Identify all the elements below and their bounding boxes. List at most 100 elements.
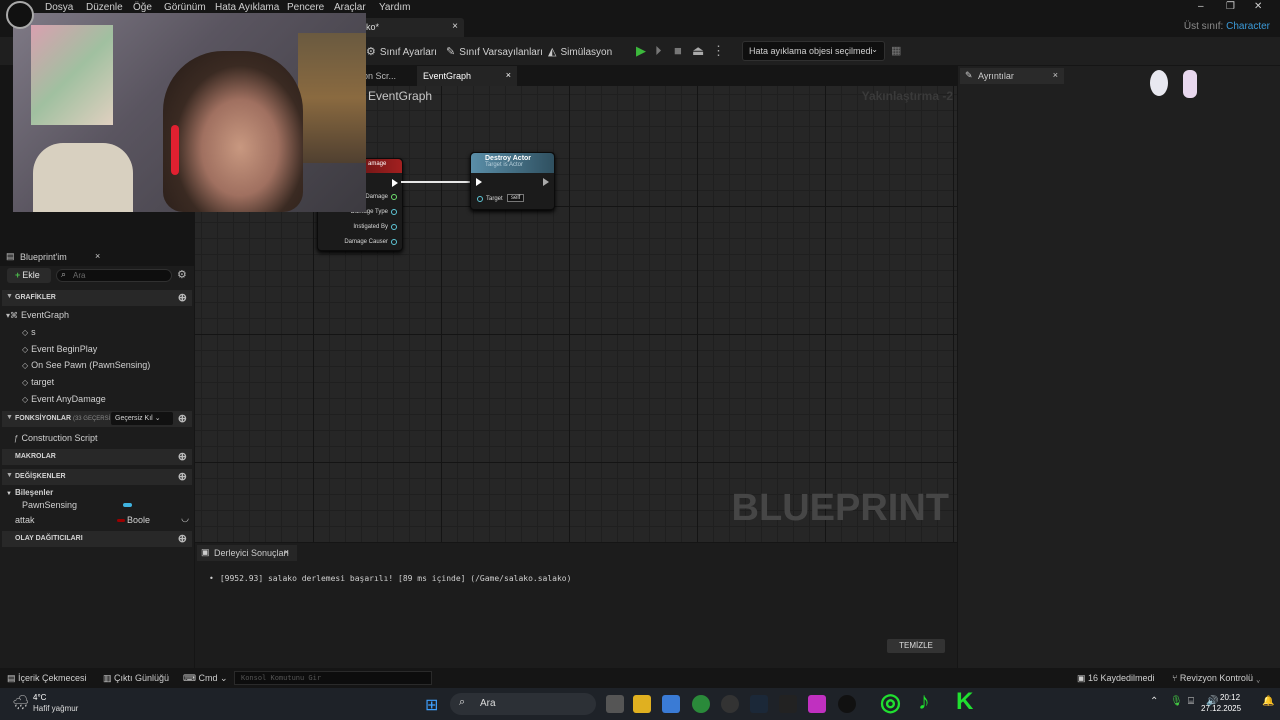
settings-gear-icon[interactable]: ⚙ bbox=[177, 268, 187, 281]
menu-file[interactable]: Dosya bbox=[45, 2, 73, 13]
menu-asset[interactable]: Öğe bbox=[133, 2, 152, 13]
tab-construction-script[interactable]: on Scr... bbox=[357, 66, 417, 86]
parent-class-link[interactable]: Character bbox=[1226, 21, 1270, 32]
section-event-dispatchers[interactable]: OLAY DAĞITICILARI ⊕ bbox=[2, 531, 192, 547]
app-icon[interactable] bbox=[721, 695, 739, 713]
pin-damage-type[interactable] bbox=[391, 209, 397, 215]
tab-close-icon[interactable]: × bbox=[506, 70, 511, 80]
eject-icon[interactable]: ⏏ bbox=[692, 43, 704, 59]
restore-button[interactable]: ❐ bbox=[1226, 1, 1235, 12]
file-explorer-icon[interactable] bbox=[633, 695, 651, 713]
override-function-dropdown[interactable]: Geçersiz Kıl ⌄ bbox=[111, 412, 173, 425]
task-view-icon[interactable] bbox=[606, 695, 624, 713]
class-settings-button[interactable]: ⚙ Sınıf Ayarları bbox=[366, 45, 437, 58]
revision-control-button[interactable]: ⑂ Revizyon Kontrolü ⌄ bbox=[1172, 673, 1261, 683]
target-value-field[interactable]: self bbox=[507, 194, 525, 202]
graph-item-onseepawn[interactable]: ◇ On See Pawn (PawnSensing) bbox=[22, 360, 150, 370]
exec-out-pin[interactable] bbox=[543, 178, 549, 186]
add-dispatcher-icon[interactable]: ⊕ bbox=[178, 532, 187, 545]
destroy-actor-node[interactable]: Destroy Actor Target is Actor Target sel… bbox=[470, 152, 555, 210]
target-pin[interactable] bbox=[477, 196, 483, 202]
tab-eventgraph[interactable]: EventGraph × bbox=[417, 66, 517, 86]
pin-damage-causer[interactable] bbox=[391, 239, 397, 245]
graph-title: EventGraph bbox=[368, 89, 433, 103]
add-graph-icon[interactable]: ⊕ bbox=[178, 291, 187, 304]
simulation-button[interactable]: ◭ Simülasyon bbox=[548, 45, 612, 58]
component-item-pawnsensing[interactable]: PawnSensing bbox=[22, 500, 132, 510]
clear-button[interactable]: TEMİZLE bbox=[887, 639, 945, 653]
minimize-button[interactable]: – bbox=[1198, 1, 1204, 12]
search-input[interactable]: ⌕ Ara bbox=[56, 269, 172, 282]
debug-object-select[interactable]: Hata ayıklama objesi seçilmedi ⌄ bbox=[742, 41, 885, 61]
content-drawer-button[interactable]: ▤ İçerik Çekmecesi bbox=[7, 673, 87, 684]
compiler-results-tab[interactable]: ▣ Derleyici Sonuçları × bbox=[197, 545, 297, 561]
my-blueprint-tab[interactable]: ▤ Blueprint'im × bbox=[0, 248, 194, 266]
visibility-eye-icon[interactable]: ◡ bbox=[181, 513, 189, 524]
menu-tools[interactable]: Araçlar bbox=[334, 2, 366, 13]
chrome-icon[interactable] bbox=[692, 695, 710, 713]
menu-view[interactable]: Görünüm bbox=[164, 2, 206, 13]
compiler-title: Derleyici Sonuçları bbox=[214, 548, 290, 558]
graph-item-beginplay[interactable]: ◇ Event BeginPlay bbox=[22, 344, 97, 354]
clock-time[interactable]: 20:12 bbox=[1220, 693, 1240, 702]
step-icon[interactable]: ⏵ bbox=[655, 43, 662, 59]
graph-item-anydamage[interactable]: ◇ Event AnyDamage bbox=[22, 394, 106, 404]
details-tab[interactable]: ✎ Ayrıntılar × bbox=[960, 68, 1064, 84]
play-icon[interactable]: ▶ bbox=[636, 43, 646, 59]
graph-item-label: Event BeginPlay bbox=[31, 344, 98, 354]
menu-help[interactable]: Yardım bbox=[379, 2, 411, 13]
class-defaults-button[interactable]: ✎ Sınıf Varsayılanları bbox=[446, 45, 543, 58]
weather-temp[interactable]: 4°C bbox=[33, 693, 46, 702]
compiler-log-text: [9952.93] salako derlemesi başarılı! [89… bbox=[219, 574, 572, 583]
details-close-icon[interactable]: × bbox=[1053, 70, 1058, 80]
clock-date[interactable]: 27.12.2025 bbox=[1201, 704, 1241, 713]
add-macro-icon[interactable]: ⊕ bbox=[178, 450, 187, 463]
add-function-icon[interactable]: ⊕ bbox=[178, 412, 187, 425]
taskbar-search[interactable]: ⌕ Ara bbox=[450, 693, 596, 715]
stop-icon[interactable]: ■ bbox=[674, 43, 682, 58]
compiler-close-icon[interactable]: × bbox=[284, 547, 289, 557]
pin-damage[interactable] bbox=[391, 194, 397, 200]
section-macros[interactable]: MAKROLAR ⊕ bbox=[2, 449, 192, 465]
more-options-icon[interactable]: ⋮ bbox=[712, 43, 725, 59]
section-variables[interactable]: ▼ DEĞİŞKENLER ⊕ bbox=[2, 469, 192, 485]
menu-debug[interactable]: Hata Ayıklama bbox=[215, 2, 279, 13]
section-functions[interactable]: ▼ FONKSİYONLAR (33 GEÇERSİ Geçersiz Kıl … bbox=[2, 411, 192, 427]
variable-type[interactable]: Boole bbox=[127, 515, 150, 525]
function-item-construction-script[interactable]: ƒ Construction Script bbox=[14, 433, 97, 443]
close-window-button[interactable]: ✕ bbox=[1254, 1, 1262, 12]
unsaved-button[interactable]: ▣ 16 Kaydedilmedi bbox=[1077, 673, 1155, 684]
add-button[interactable]: + Ekle bbox=[7, 268, 51, 283]
notification-icon[interactable]: 🔔 bbox=[1262, 696, 1274, 707]
tray-chevron-icon[interactable]: ⌃ bbox=[1150, 696, 1158, 707]
document-tab-close-icon[interactable]: × bbox=[452, 21, 458, 32]
weather-desc[interactable]: Hafif yağmur bbox=[33, 704, 78, 713]
exec-out-pin[interactable] bbox=[392, 179, 398, 187]
section-graphs[interactable]: ▼ GRAFİKLER ⊕ bbox=[2, 290, 192, 306]
graph-item-s[interactable]: ◇ s bbox=[22, 327, 36, 337]
blueprint-document-tab[interactable]: ko* × bbox=[362, 18, 464, 37]
store-icon[interactable] bbox=[662, 695, 680, 713]
windows-start-icon[interactable]: ⊞ bbox=[425, 695, 438, 715]
browse-icon[interactable]: ▦ bbox=[891, 44, 901, 57]
menu-window[interactable]: Pencere bbox=[287, 2, 324, 13]
menu-edit[interactable]: Düzenle bbox=[86, 2, 123, 13]
epic-games-icon[interactable] bbox=[779, 695, 797, 713]
unreal-engine-icon[interactable] bbox=[838, 695, 856, 713]
steam-icon[interactable] bbox=[750, 695, 768, 713]
graph-item-eventgraph[interactable]: ▾⌘ EventGraph bbox=[6, 310, 69, 320]
pin-instigated-by[interactable] bbox=[391, 224, 397, 230]
output-log-button[interactable]: ▥ Çıktı Günlüğü bbox=[103, 673, 169, 684]
console-command-input[interactable]: Konsol Komutunu Gir bbox=[234, 671, 432, 685]
add-variable-icon[interactable]: ⊕ bbox=[178, 470, 187, 483]
app-icon[interactable] bbox=[808, 695, 826, 713]
panel-close-icon[interactable]: × bbox=[95, 251, 100, 261]
graph-item-target[interactable]: ◇ target bbox=[22, 377, 54, 387]
microphone-icon[interactable]: 🎙 bbox=[1170, 696, 1183, 707]
exec-in-pin[interactable] bbox=[476, 178, 482, 186]
variable-item-attak[interactable]: attak Boole ◡ bbox=[15, 513, 191, 525]
cmd-dropdown[interactable]: ⌨ Cmd ⌄ bbox=[183, 673, 228, 684]
unreal-logo-icon[interactable] bbox=[6, 1, 34, 29]
components-category[interactable]: ▼ Bileşenler bbox=[6, 488, 53, 497]
network-icon[interactable]: ⌸ bbox=[1188, 696, 1194, 707]
